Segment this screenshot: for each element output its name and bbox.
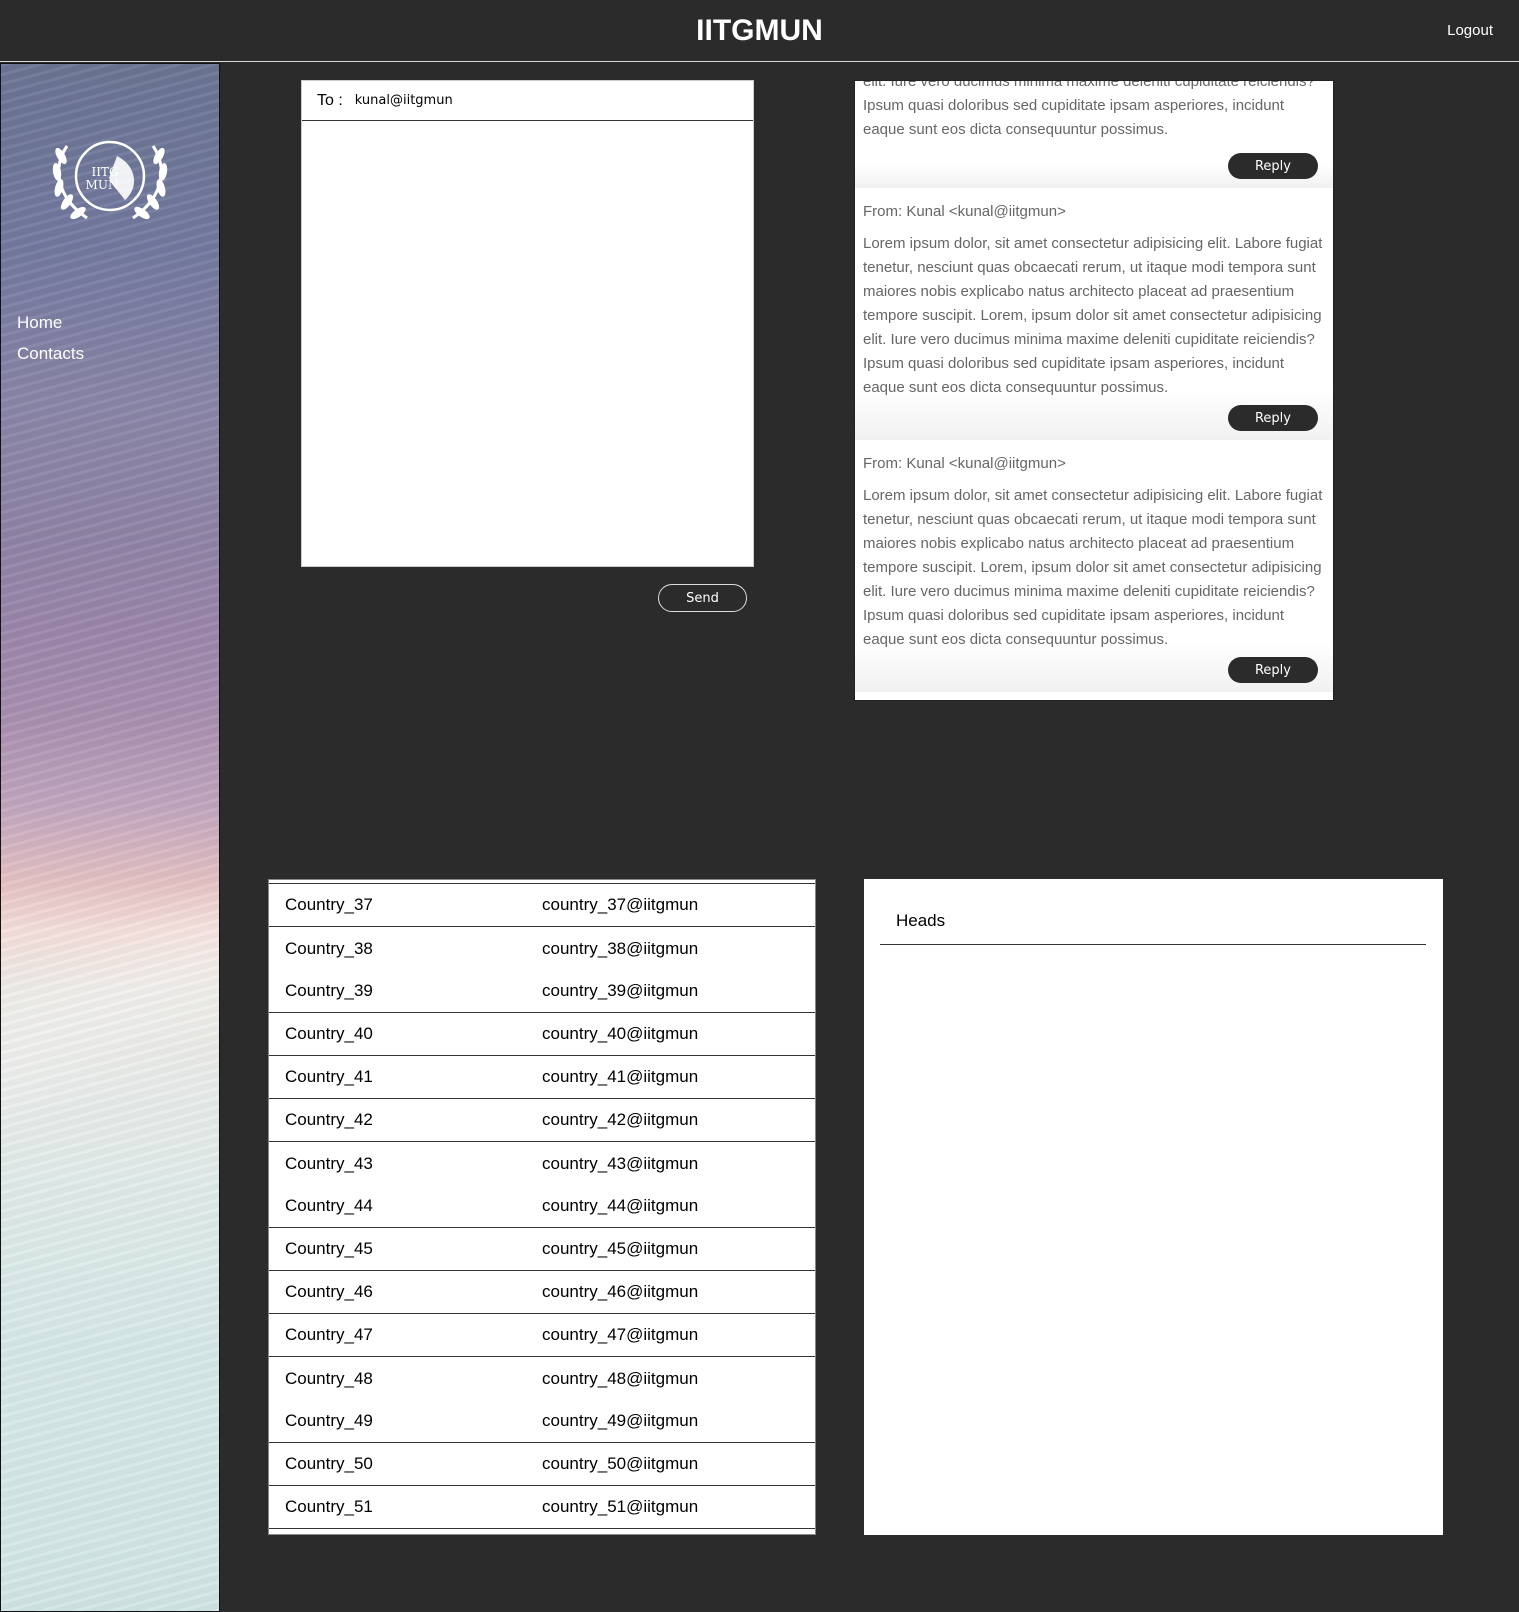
- contact-row[interactable]: Country_39 country_39@iitgmun: [269, 970, 815, 1013]
- logo-text-mun: MUN: [86, 178, 119, 192]
- contact-email: country_46@iitgmun: [542, 1282, 699, 1301]
- contact-email: country_42@iitgmun: [542, 1110, 699, 1129]
- contact-email: country_47@iitgmun: [542, 1325, 699, 1344]
- logout-link[interactable]: Logout: [1447, 22, 1493, 39]
- contact-email: country_43@iitgmun: [542, 1153, 699, 1173]
- contact-name: Country_43: [285, 1153, 373, 1173]
- contact-email: country_48@iitgmun: [542, 1368, 699, 1388]
- message-from: From: Kunal <kunal@iitgmun>: [863, 203, 1066, 220]
- contact-name: Country_47: [285, 1325, 373, 1344]
- contact-email: country_49@iitgmun: [542, 1411, 699, 1430]
- contact-name: Country_48: [285, 1368, 373, 1388]
- contact-name: Country_40: [285, 1024, 373, 1043]
- contact-email: country_39@iitgmun: [542, 981, 699, 1000]
- contact-row[interactable]: Country_46 country_46@iitgmun: [269, 1271, 815, 1314]
- heads-panel: Heads: [864, 879, 1443, 1535]
- message-item: From: Kunal <kunal@iitgmun> Lorem ipsum …: [855, 440, 1333, 692]
- contact-row[interactable]: Country_51 country_51@iitgmun: [269, 1486, 815, 1529]
- sidebar: IITG MUN Home Contacts: [0, 63, 220, 1612]
- iitgmun-logo-icon: IITG MUN: [52, 140, 168, 220]
- contact-row[interactable]: Country_40 country_40@iitgmun: [269, 1013, 815, 1056]
- contact-email: country_37@iitgmun: [542, 895, 699, 914]
- contact-name: Country_50: [285, 1454, 373, 1473]
- compose-panel: To :: [301, 80, 754, 567]
- contact-row[interactable]: Country_41 country_41@iitgmun: [269, 1056, 815, 1099]
- contact-row[interactable]: Country_44 country_44@iitgmun: [269, 1185, 815, 1228]
- contact-row[interactable]: Country_38 country_38@iitgmun: [269, 927, 815, 970]
- reply-button[interactable]: Reply: [1228, 153, 1318, 179]
- contact-name: Country_45: [285, 1239, 373, 1258]
- contact-name: Country_42: [285, 1110, 373, 1129]
- sidebar-item-home[interactable]: Home: [17, 313, 62, 333]
- send-button[interactable]: Send: [658, 584, 747, 612]
- message-body-input[interactable]: [302, 121, 753, 565]
- reply-button[interactable]: Reply: [1228, 405, 1318, 431]
- message-body: Lorem ipsum dolor, sit amet consectetur …: [863, 235, 1323, 396]
- contact-name: Country_38: [285, 938, 373, 958]
- contact-email: country_45@iitgmun: [542, 1239, 699, 1258]
- message-body: elit. Iure vero ducimus minima maxime de…: [863, 80, 1315, 138]
- message-body: Lorem ipsum dolor, sit amet consectetur …: [863, 487, 1323, 648]
- contacts-list[interactable]: Country_37 country_37@iitgmun Country_38 c…: [268, 879, 816, 1535]
- contact-row[interactable]: Country_49 country_49@iitgmun: [269, 1400, 815, 1443]
- contact-name: Country_41: [285, 1067, 373, 1086]
- contact-name: Country_51: [285, 1497, 373, 1516]
- page-title: IITGMUN: [696, 14, 823, 47]
- contact-email: country_51@iitgmun: [542, 1497, 699, 1516]
- contact-row[interactable]: Country_42 country_42@iitgmun: [269, 1099, 815, 1142]
- compose-to-row: To :: [302, 81, 753, 121]
- logo-text-iitg: IITG: [91, 165, 118, 179]
- to-field[interactable]: [354, 93, 715, 108]
- contact-name: Country_49: [285, 1411, 373, 1430]
- contact-row[interactable]: Country_47 country_47@iitgmun: [269, 1314, 815, 1357]
- top-bar: IITGMUN Logout: [0, 0, 1519, 62]
- contact-name: Country_37: [285, 895, 373, 914]
- inbox-panel[interactable]: elit. Iure vero ducimus minima maxime de…: [854, 80, 1334, 701]
- contact-row[interactable]: Country_48 country_48@iitgmun: [269, 1357, 815, 1400]
- contact-email: country_40@iitgmun: [542, 1024, 699, 1043]
- contact-name: Country_39: [285, 981, 373, 1000]
- reply-button[interactable]: Reply: [1228, 657, 1318, 683]
- contact-name: Country_44: [285, 1196, 373, 1215]
- contact-email: country_50@iitgmun: [542, 1454, 699, 1473]
- message-item: elit. Iure vero ducimus minima maxime de…: [855, 80, 1333, 188]
- to-label: To :: [317, 91, 343, 109]
- heads-title: Heads: [880, 879, 1426, 945]
- contact-email: country_41@iitgmun: [542, 1067, 699, 1086]
- message-item: From: Kunal <kunal@iitgmun> Lorem ipsum …: [855, 188, 1333, 440]
- sidebar-item-contacts[interactable]: Contacts: [17, 344, 84, 364]
- contact-row[interactable]: Country_50 country_50@iitgmun: [269, 1443, 815, 1486]
- contact-name: Country_46: [285, 1282, 373, 1301]
- contact-row[interactable]: Country_37 country_37@iitgmun: [269, 884, 815, 927]
- contact-email: country_44@iitgmun: [542, 1196, 699, 1215]
- contact-email: country_38@iitgmun: [542, 938, 699, 958]
- contact-row[interactable]: Country_45 country_45@iitgmun: [269, 1228, 815, 1271]
- message-from: From: Kunal <kunal@iitgmun>: [863, 455, 1066, 472]
- contact-row[interactable]: Country_43 country_43@iitgmun: [269, 1142, 815, 1185]
